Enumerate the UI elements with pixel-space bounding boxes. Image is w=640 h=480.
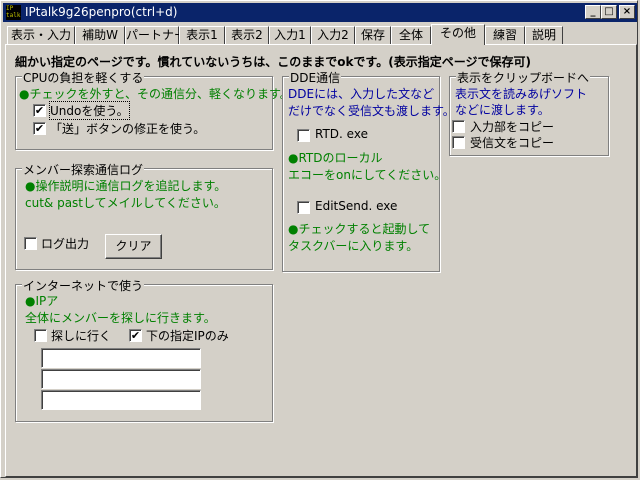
undo-checkbox-label[interactable]: Undoを使う。 xyxy=(49,101,130,120)
editsend-label[interactable]: EditSend. exe xyxy=(315,199,397,213)
app-icon[interactable]: IP talk xyxy=(6,5,21,20)
app-window: IP talk IPtalk9g26penpro(ctrl+d) _ □ × 表… xyxy=(0,0,638,478)
send-fix-checkbox-label[interactable]: 「送」ボタンの修正を使う。 xyxy=(50,120,205,137)
log-output-checkbox[interactable] xyxy=(24,237,37,250)
only-ip-checkbox[interactable]: ✔ xyxy=(129,329,142,342)
tab-practice[interactable]: 練習 xyxy=(485,26,525,44)
clipboard-note2: などに渡します。 xyxy=(455,103,550,117)
editsend-note1: ●チェックすると起動して xyxy=(288,222,431,236)
internet-note2: 全体にメンバーを探しに行きます。 xyxy=(25,311,216,325)
dde-group-title: DDE通信 xyxy=(289,69,342,86)
tab-display1[interactable]: 表示1 xyxy=(179,26,225,44)
tab-display2[interactable]: 表示2 xyxy=(225,26,269,44)
copy-input-checkbox[interactable] xyxy=(452,120,465,133)
editsend-checkbox[interactable] xyxy=(297,201,310,214)
close-button[interactable]: × xyxy=(619,5,635,19)
rtd-note1: ●RTDのローカル xyxy=(288,151,383,165)
editsend-note2: タスクバーに入ります。 xyxy=(288,239,419,253)
window-title: IPtalk9g26penpro(ctrl+d) xyxy=(25,5,178,19)
ip-field-2[interactable] xyxy=(41,369,201,389)
member-note1: ●操作説明に通信ログを追記します。 xyxy=(25,179,227,193)
internet-note1: ●IPア xyxy=(25,294,59,308)
member-note2: cut& pastしてメイルしてください。 xyxy=(25,196,226,210)
search-members-label[interactable]: 探しに行く xyxy=(51,327,111,344)
log-output-label[interactable]: ログ出力 xyxy=(41,235,89,252)
tab-display-input[interactable]: 表示・入力 xyxy=(7,26,75,44)
send-fix-checkbox[interactable]: ✔ xyxy=(33,122,46,135)
maximize-button[interactable]: □ xyxy=(601,5,617,19)
dde-note1: DDEには、入力した文など xyxy=(288,87,435,101)
copy-received-label[interactable]: 受信文をコピー xyxy=(470,134,554,151)
cpu-group-title: CPUの負担を軽くする xyxy=(22,69,145,86)
tab-strip: 表示・入力 補助W パートナー 表示1 表示2 入力1 入力2 保存 全体 その… xyxy=(5,24,635,45)
clipboard-group-title: 表示をクリップボードへ xyxy=(456,69,591,86)
member-group-title: メンバー探索通信ログ xyxy=(22,161,145,178)
undo-checkbox[interactable]: ✔ xyxy=(33,104,46,117)
ip-field-3[interactable] xyxy=(41,390,201,410)
tab-overall[interactable]: 全体 xyxy=(391,26,431,44)
tab-input1[interactable]: 入力1 xyxy=(269,26,311,44)
rtd-note2: エコーをonにしてください。 xyxy=(288,168,447,182)
title-bar[interactable]: IP talk IPtalk9g26penpro(ctrl+d) _ □ × xyxy=(3,3,637,22)
tab-save[interactable]: 保存 xyxy=(355,26,391,44)
copy-received-checkbox[interactable] xyxy=(452,136,465,149)
tab-explanation[interactable]: 説明 xyxy=(525,26,563,44)
cpu-note: ●チェックを外すと、その通信分、軽くなります。 xyxy=(19,87,292,101)
clear-button[interactable]: クリア xyxy=(105,234,162,259)
copy-input-label[interactable]: 入力部をコピー xyxy=(470,118,554,135)
only-ip-label[interactable]: 下の指定IPのみ xyxy=(146,327,229,344)
tab-input2[interactable]: 入力2 xyxy=(311,26,355,44)
search-members-checkbox[interactable] xyxy=(34,329,47,342)
clipboard-note1: 表示文を読みあげソフト xyxy=(455,87,588,101)
minimize-button[interactable]: _ xyxy=(585,5,601,19)
tab-partner[interactable]: パートナー xyxy=(125,26,186,44)
rtd-checkbox[interactable] xyxy=(297,129,310,142)
dde-note2: だけでなく受信文も渡します。 xyxy=(288,104,455,118)
tab-assist-w[interactable]: 補助W xyxy=(75,26,125,44)
rtd-label[interactable]: RTD. exe xyxy=(315,127,368,141)
ip-field-1[interactable] xyxy=(41,348,201,368)
page-heading: 細かい指定のページです。慣れていないうちは、このままでokです。(表示指定ページ… xyxy=(15,55,531,69)
tab-other[interactable]: その他 xyxy=(431,24,485,45)
